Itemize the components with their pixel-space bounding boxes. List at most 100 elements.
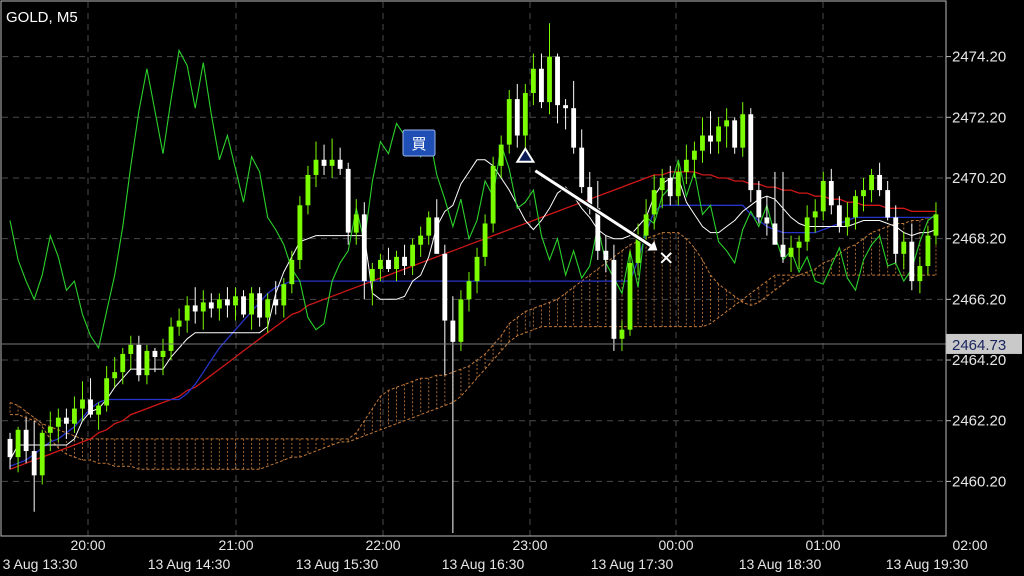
- candle-body: [136, 344, 142, 376]
- candle-body: [426, 217, 432, 236]
- candle-body: [812, 211, 818, 218]
- chart-window[interactable]: 2474.20 2472.20 2470.20 2468.20 2466.20 2464.…: [0, 0, 1024, 576]
- candle-body: [732, 120, 738, 148]
- candle-body: [458, 299, 464, 342]
- candle-body: [522, 93, 528, 136]
- candle-body: [716, 126, 721, 142]
- candle-body: [418, 235, 424, 245]
- candle-body: [361, 214, 367, 282]
- price-tick-label: 2460.20: [952, 473, 1006, 490]
- candle-body: [192, 305, 198, 312]
- candle-body: [861, 190, 866, 197]
- candle-body: [305, 174, 311, 206]
- candle-body: [402, 256, 407, 266]
- candle-body: [369, 269, 375, 282]
- candle-body: [498, 144, 504, 166]
- candle-body: [667, 177, 673, 197]
- candle-body: [442, 253, 448, 321]
- candle-body: [96, 405, 102, 415]
- candle-body: [144, 350, 150, 376]
- time-label-lower: 13 Aug 15:30: [296, 556, 379, 572]
- candle[interactable]: [627, 250, 633, 336]
- candle-body: [708, 135, 713, 142]
- candle-body: [804, 217, 810, 242]
- candle-body: [611, 259, 617, 339]
- candle-body: [853, 196, 858, 218]
- candle-body: [619, 329, 625, 339]
- time-label-upper: 01:00: [805, 537, 840, 553]
- candle-body: [394, 256, 399, 269]
- candle[interactable]: [345, 162, 351, 245]
- candle-body: [692, 150, 697, 160]
- candle-body: [700, 135, 705, 151]
- candle-body: [410, 244, 416, 266]
- candle[interactable]: [611, 244, 617, 351]
- candle-body: [780, 244, 786, 257]
- candle-body: [321, 159, 327, 166]
- time-label-upper: 21:00: [218, 537, 253, 553]
- candle-body: [47, 426, 53, 433]
- candle-body: [63, 417, 69, 424]
- candle-body: [112, 372, 118, 379]
- candle[interactable]: [458, 290, 464, 351]
- price-chart[interactable]: 2474.20 2472.20 2470.20 2468.20 2466.20 2464.…: [0, 0, 1024, 576]
- candle-body: [450, 320, 456, 342]
- candle-body: [506, 99, 512, 145]
- time-label-lower: 13 Aug 19:30: [886, 556, 969, 572]
- candle-body: [788, 247, 794, 257]
- candle-body: [844, 217, 850, 227]
- candle-body: [869, 174, 874, 191]
- candle[interactable]: [490, 156, 496, 233]
- candle-body: [547, 56, 552, 103]
- price-tick-label: 2470.20: [952, 170, 1006, 187]
- chart-title: GOLD, M5: [6, 9, 78, 26]
- candle-body: [225, 299, 230, 306]
- candle-body: [627, 262, 633, 330]
- candle-body: [337, 159, 343, 169]
- candle-body: [152, 350, 158, 357]
- candle-body: [740, 114, 746, 148]
- candle-body: [128, 344, 134, 354]
- candle-body: [836, 205, 842, 227]
- candle-body: [683, 159, 689, 172]
- current-price-label: 2464.73: [952, 337, 1006, 354]
- buy-label: 買: [411, 136, 426, 153]
- candle-body: [104, 378, 110, 406]
- candle-body: [120, 353, 126, 373]
- candle-body: [353, 214, 359, 233]
- candle-body: [917, 265, 923, 282]
- price-tick-label: 2466.20: [952, 291, 1006, 308]
- candle[interactable]: [506, 89, 512, 154]
- candle-body: [297, 205, 303, 260]
- candle-body: [925, 235, 931, 266]
- candle-body: [434, 217, 440, 254]
- candle-body: [893, 217, 899, 254]
- candle-body: [530, 68, 536, 94]
- candle-body: [820, 181, 826, 212]
- candle[interactable]: [297, 196, 303, 269]
- candle-body: [72, 408, 77, 424]
- candle-body: [796, 241, 802, 248]
- candle-body: [901, 241, 907, 254]
- time-label-lower: 13 Aug 18:30: [739, 556, 822, 572]
- candle-body: [643, 214, 649, 236]
- time-label-lower: 13 Aug 14:30: [148, 556, 231, 572]
- time-label-lower: 3 Aug 13:30: [3, 556, 78, 572]
- candle-body: [474, 256, 480, 282]
- candle-body: [168, 326, 174, 351]
- candle-body: [377, 259, 383, 269]
- candle-body: [482, 223, 488, 257]
- time-label-upper: 02:00: [952, 537, 987, 553]
- candle-body: [31, 451, 37, 476]
- price-tick-label: 2468.20: [952, 231, 1006, 248]
- candle-body: [208, 302, 214, 309]
- price-tick-label: 2472.20: [952, 109, 1006, 126]
- candle-body: [772, 223, 778, 245]
- candle-body: [555, 56, 560, 106]
- candle-body: [7, 438, 13, 458]
- candle[interactable]: [748, 108, 754, 203]
- candle-body: [160, 350, 166, 357]
- time-label-upper: 22:00: [365, 537, 400, 553]
- candle-body: [539, 68, 544, 103]
- candle-body: [200, 302, 206, 312]
